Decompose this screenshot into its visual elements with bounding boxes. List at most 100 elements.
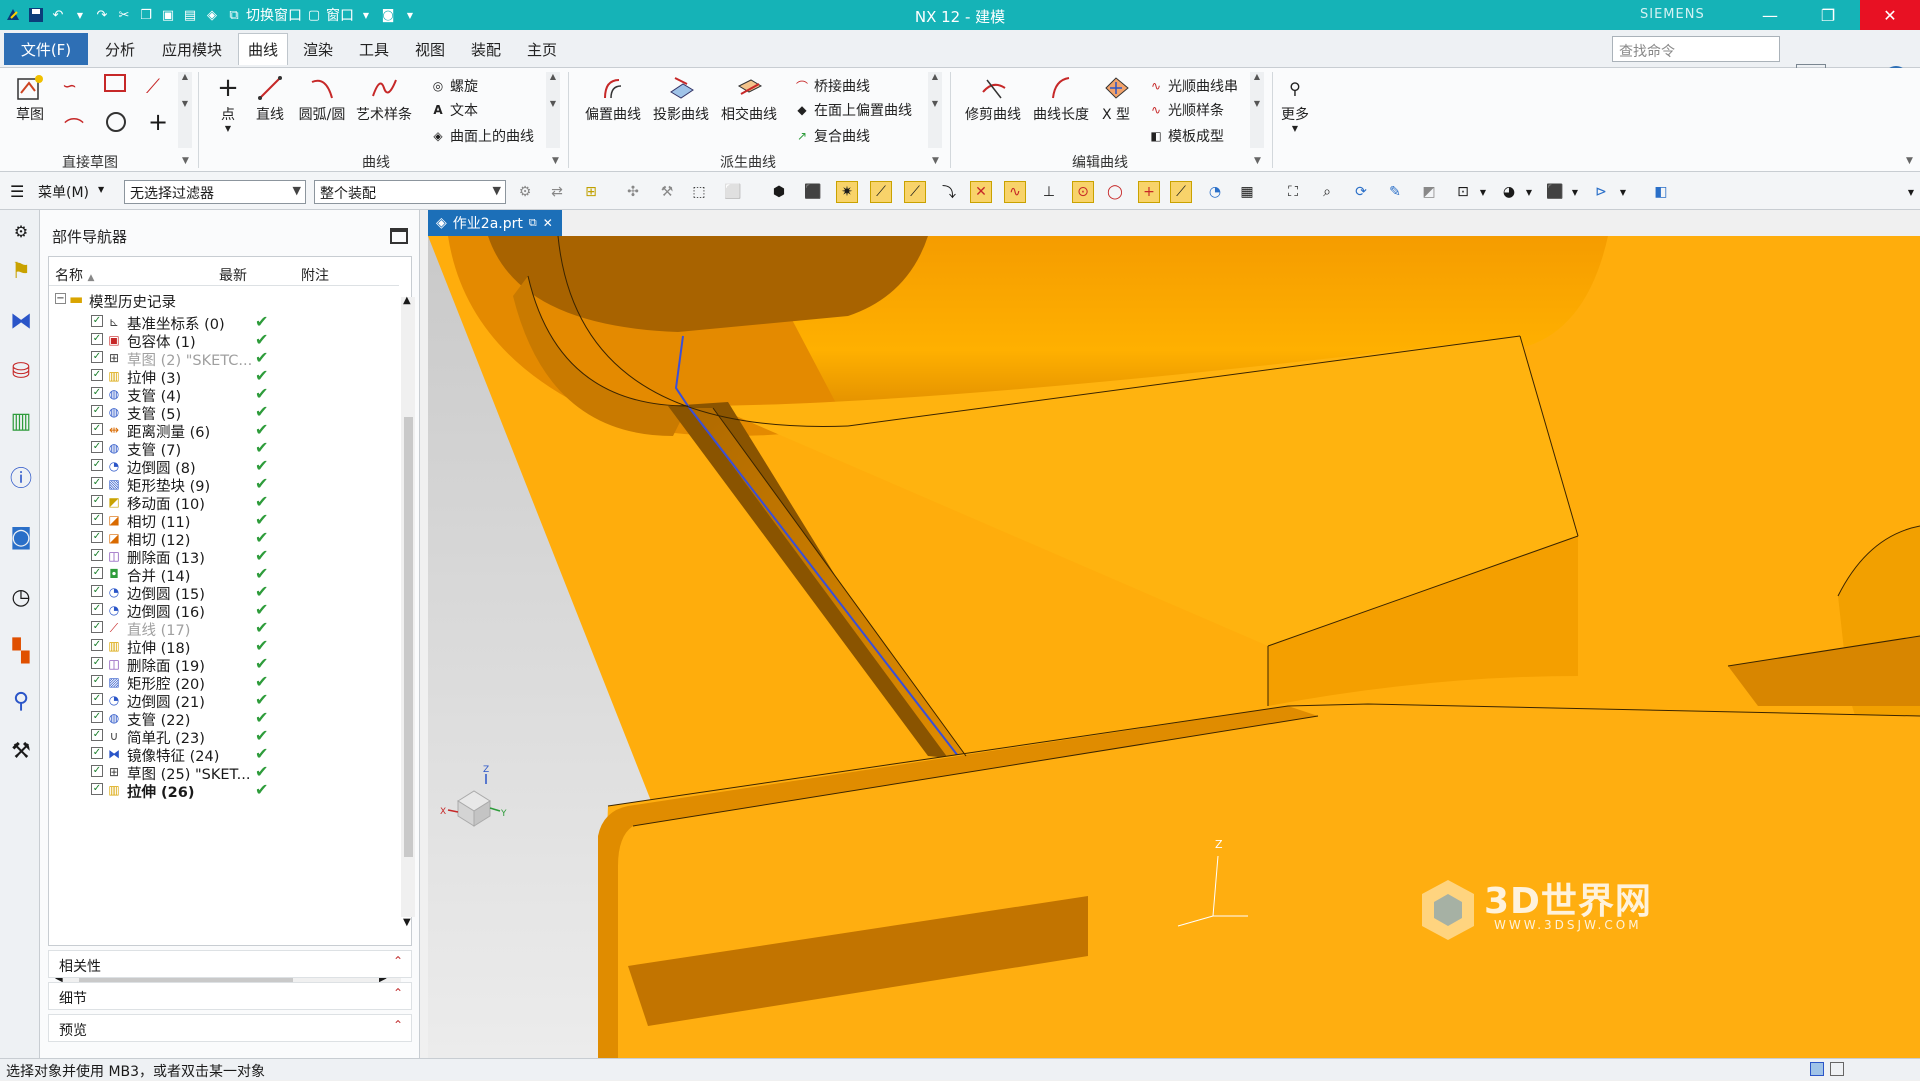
- orient-view-icon[interactable]: ⊡: [1452, 181, 1474, 203]
- feature-visibility-checkbox[interactable]: ✓: [91, 693, 103, 705]
- menu-icon[interactable]: ☰: [10, 182, 24, 201]
- derived-gallery-scroll[interactable]: ▲ ▼: [928, 72, 942, 148]
- type-filter-select[interactable]: 无选择过滤器 ▼: [124, 180, 306, 204]
- snap-endpoint-icon[interactable]: ⟋: [870, 181, 892, 203]
- menu-dropdown-icon[interactable]: ▼: [98, 185, 104, 194]
- feature-visibility-checkbox[interactable]: ✓: [91, 441, 103, 453]
- tab-assembly[interactable]: 装配: [464, 33, 508, 65]
- status-display-icon[interactable]: [1810, 1062, 1824, 1076]
- tree-row[interactable]: ✓ ▥ 拉伸 (26) ✔: [49, 779, 394, 801]
- tab-view[interactable]: 视图: [408, 33, 452, 65]
- arc-sketch-icon[interactable]: ⌒: [64, 112, 84, 141]
- section-dropdown-icon[interactable]: ▼: [1564, 181, 1586, 203]
- feature-visibility-checkbox[interactable]: ✓: [91, 747, 103, 759]
- filter-options-icon[interactable]: ⇄: [546, 181, 568, 203]
- resource-bar-settings-icon[interactable]: ⚙: [6, 214, 36, 248]
- direct-sketch-gallery-scroll[interactable]: ▲ ▼: [178, 72, 192, 148]
- work-layer-icon[interactable]: ◧: [1650, 181, 1672, 203]
- helix-button[interactable]: ◎ 螺旋: [430, 74, 478, 98]
- history-icon[interactable]: ◷: [6, 580, 36, 614]
- edit-gallery-scroll[interactable]: ▲ ▼: [1250, 72, 1264, 148]
- minimize-button[interactable]: —: [1746, 0, 1794, 30]
- rectangle-select-icon[interactable]: ⬜: [722, 181, 744, 203]
- maximize-panel-icon[interactable]: [390, 228, 408, 244]
- snap-intersection-icon[interactable]: ✕: [970, 181, 992, 203]
- project-curve-button[interactable]: 投影曲线: [648, 72, 714, 124]
- show-hide-icon[interactable]: ⊳: [1590, 181, 1612, 203]
- select-solid-icon[interactable]: ⬛: [802, 181, 824, 203]
- curve-length-button[interactable]: 曲线长度: [1028, 72, 1094, 124]
- system-materials-icon[interactable]: ▚: [6, 634, 36, 668]
- select-faces-icon[interactable]: ⬢: [768, 181, 790, 203]
- command-search-input[interactable]: 查找命令: [1612, 36, 1780, 62]
- snap-point-on-curve-icon[interactable]: ⟋: [1170, 181, 1192, 203]
- curve-group-menu-icon[interactable]: ▼: [552, 156, 559, 166]
- text-button[interactable]: A 文本: [430, 98, 478, 122]
- snap-midpoint-icon[interactable]: ⟋: [904, 181, 926, 203]
- edit-group-menu-icon[interactable]: ▼: [1254, 156, 1261, 166]
- feature-visibility-checkbox[interactable]: ✓: [91, 315, 103, 327]
- rectangle-icon[interactable]: [104, 74, 126, 92]
- tree-vertical-scroll-thumb[interactable]: [404, 417, 413, 857]
- snap-arc-center-icon[interactable]: ⊙: [1072, 181, 1094, 203]
- feature-visibility-checkbox[interactable]: ✓: [91, 333, 103, 345]
- scroll-down-icon[interactable]: ▼: [403, 917, 411, 928]
- curve-gallery-scroll[interactable]: ▲ ▼: [546, 72, 560, 148]
- arc-circle-button[interactable]: 圆弧/圆: [294, 72, 350, 124]
- close-button[interactable]: ✕: [1860, 0, 1920, 30]
- offset-curve-button[interactable]: 偏置曲线: [580, 72, 646, 124]
- feature-visibility-checkbox[interactable]: ✓: [91, 513, 103, 525]
- feature-visibility-checkbox[interactable]: ✓: [91, 639, 103, 651]
- feature-visibility-checkbox[interactable]: ✓: [91, 477, 103, 489]
- tab-applications[interactable]: 应用模块: [156, 33, 228, 65]
- shape-by-template-button[interactable]: ◧ 模板成型: [1148, 124, 1224, 148]
- bridge-curve-button[interactable]: ⌒ 桥接曲线: [794, 74, 870, 98]
- offset-in-face-button[interactable]: ◆ 在面上偏置曲线: [794, 98, 912, 122]
- tab-render[interactable]: 渲染: [296, 33, 340, 65]
- derived-group-menu-icon[interactable]: ▼: [932, 156, 939, 166]
- line-button[interactable]: 直线: [250, 72, 290, 124]
- menu-button[interactable]: 菜单(M): [38, 182, 89, 202]
- ribbon-options-icon[interactable]: ▼: [1906, 156, 1913, 166]
- process-studio-icon[interactable]: ⚲: [6, 684, 36, 718]
- feature-visibility-checkbox[interactable]: ✓: [91, 657, 103, 669]
- expand-panel-icon[interactable]: ⌃: [393, 954, 403, 968]
- tab-close-icon[interactable]: ✕: [543, 216, 553, 230]
- x-form-button[interactable]: X 型: [1096, 72, 1136, 124]
- tab-analysis[interactable]: 分析: [98, 33, 142, 65]
- orient-view-dropdown-icon[interactable]: ▼: [1472, 181, 1494, 203]
- tab-undock-icon[interactable]: ⧉: [529, 216, 537, 230]
- restore-button[interactable]: ❐: [1804, 0, 1852, 30]
- feature-visibility-checkbox[interactable]: ✓: [91, 531, 103, 543]
- feature-visibility-checkbox[interactable]: ✓: [91, 567, 103, 579]
- render-style-icon[interactable]: ◕: [1498, 181, 1520, 203]
- feature-visibility-checkbox[interactable]: ✓: [91, 621, 103, 633]
- snap-tangent-icon[interactable]: ⤵: [938, 181, 960, 203]
- edit-section-icon[interactable]: ⬛: [1544, 181, 1566, 203]
- point-dropdown-icon[interactable]: ▼: [225, 124, 231, 133]
- direct-sketch-group-menu-icon[interactable]: ▼: [182, 156, 189, 166]
- composite-curve-button[interactable]: ↗ 复合曲线: [794, 124, 870, 148]
- snap-grid-icon[interactable]: ▦: [1236, 181, 1258, 203]
- select-all-icon[interactable]: ⊞: [580, 181, 602, 203]
- snap-existing-point-icon[interactable]: +: [1138, 181, 1160, 203]
- feature-visibility-checkbox[interactable]: ✓: [91, 675, 103, 687]
- select-features-icon[interactable]: ⚒: [656, 181, 678, 203]
- feature-visibility-checkbox[interactable]: ✓: [91, 711, 103, 723]
- select-body-icon[interactable]: ⬚: [688, 181, 710, 203]
- circle-sketch-icon[interactable]: [106, 112, 126, 132]
- details-panel[interactable]: 细节 ⌃: [48, 982, 412, 1010]
- feature-visibility-checkbox[interactable]: ✓: [91, 603, 103, 615]
- point-sketch-icon[interactable]: +: [148, 108, 168, 136]
- dependencies-panel[interactable]: 相关性 ⌃: [48, 950, 412, 978]
- expand-panel-icon[interactable]: ⌃: [393, 986, 403, 1000]
- feature-visibility-checkbox[interactable]: ✓: [91, 729, 103, 741]
- toolbar-options-icon[interactable]: ▼: [1900, 181, 1920, 203]
- rotate-icon[interactable]: ⟳: [1350, 181, 1372, 203]
- show-hide-dropdown-icon[interactable]: ▼: [1612, 181, 1634, 203]
- part-file-tab[interactable]: ◈ 作业2a.prt ⧉ ✕: [428, 210, 562, 236]
- pan-icon[interactable]: ✎: [1384, 181, 1406, 203]
- file-menu[interactable]: 文件(F): [4, 33, 88, 65]
- tab-home[interactable]: 主页: [520, 33, 564, 65]
- column-header-notes[interactable]: 附注: [301, 265, 329, 285]
